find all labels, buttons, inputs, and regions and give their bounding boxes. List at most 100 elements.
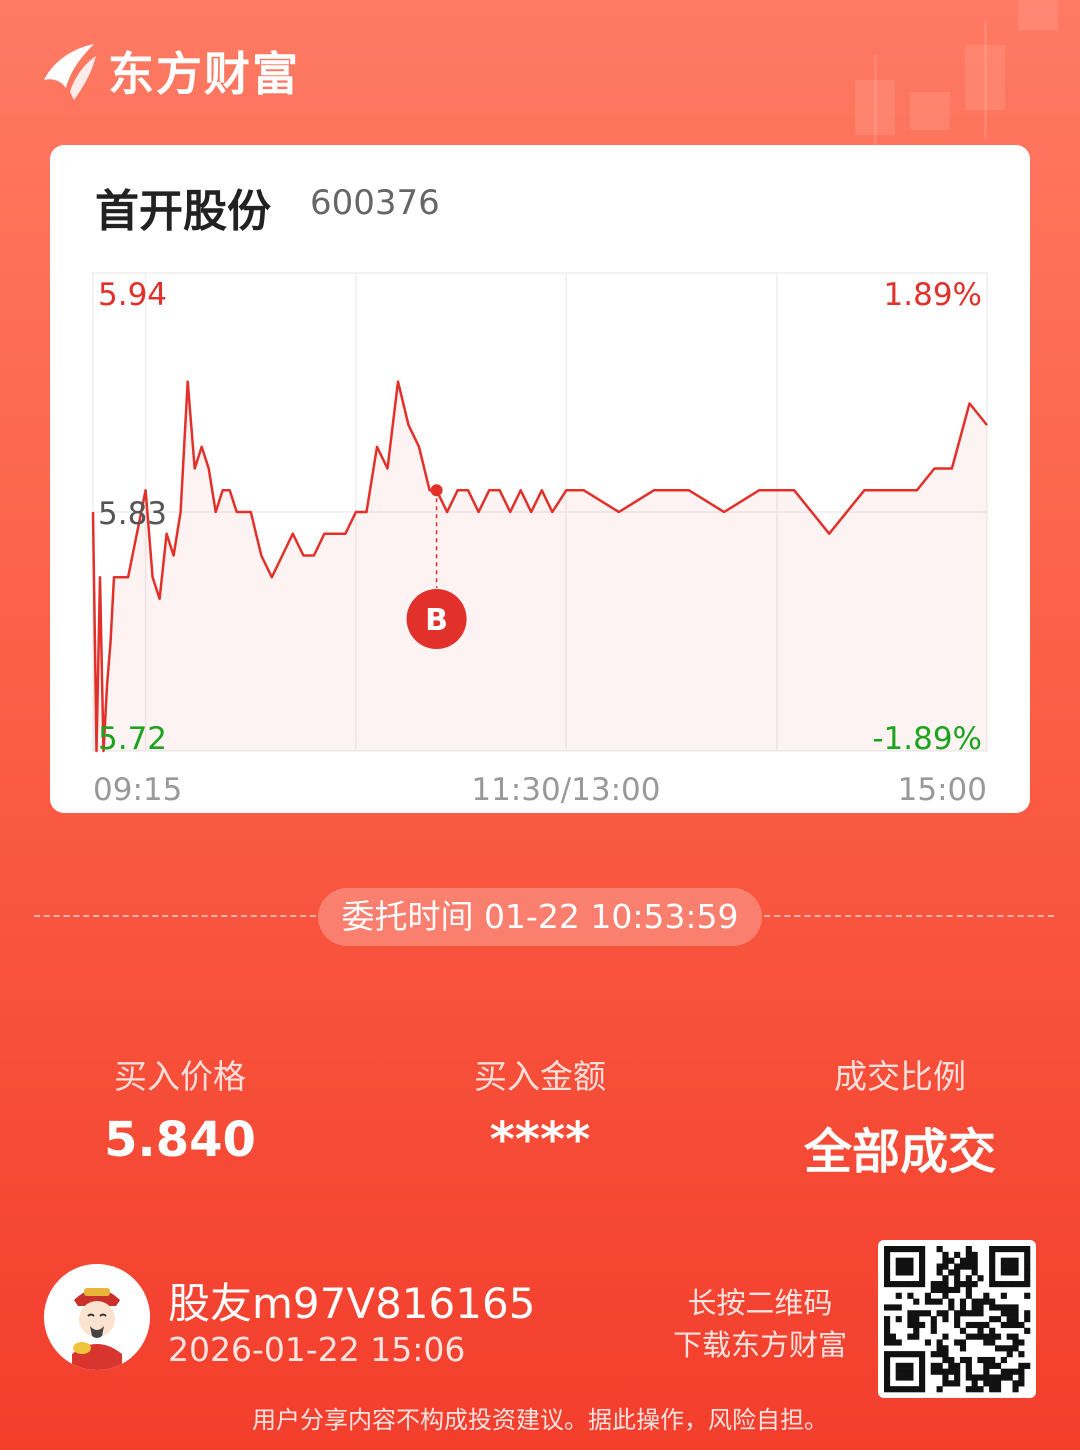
qr-module xyxy=(889,1281,896,1288)
qr-module xyxy=(924,1298,932,1305)
qr-module xyxy=(930,1327,937,1334)
qr-module xyxy=(994,1246,1002,1253)
qr-module xyxy=(895,1368,902,1375)
qr-module xyxy=(1006,1316,1013,1323)
order-time-tag: 委托时间 01-22 10:53:59 xyxy=(318,888,762,946)
qr-module xyxy=(884,1362,891,1369)
qr-module xyxy=(924,1310,932,1317)
qr-module xyxy=(994,1362,1002,1369)
qr-module xyxy=(884,1339,891,1346)
qr-module xyxy=(895,1386,902,1393)
qr-module xyxy=(913,1281,920,1288)
stock-chart-card: 首开股份 600376 5.94 5.83 5.72 1.89% -1.89% 09:15… xyxy=(50,145,1030,813)
avatar[interactable] xyxy=(44,1264,150,1370)
qr-module xyxy=(901,1281,908,1288)
qr-module xyxy=(959,1298,967,1305)
qr-module xyxy=(977,1333,984,1340)
qr-module xyxy=(924,1292,932,1299)
qr-module xyxy=(977,1304,984,1311)
qr-module xyxy=(948,1368,955,1375)
qr-module xyxy=(1012,1386,1019,1393)
qr-module xyxy=(965,1321,972,1329)
qr-module xyxy=(977,1321,984,1329)
qr-module xyxy=(919,1263,926,1270)
qr-module xyxy=(919,1386,926,1393)
qr-module xyxy=(959,1327,967,1334)
qr-module xyxy=(942,1275,949,1282)
qr-module xyxy=(942,1286,949,1294)
qr-module xyxy=(977,1327,984,1334)
qr-module xyxy=(930,1362,937,1369)
qr-module xyxy=(884,1351,891,1358)
qr-module xyxy=(989,1327,996,1334)
stat-value: **** xyxy=(489,1112,591,1168)
qr-module xyxy=(1012,1269,1019,1276)
qr-module xyxy=(907,1263,914,1270)
qr-module xyxy=(907,1362,914,1369)
stat-label: 买入价格 xyxy=(114,1057,246,1096)
qr-module xyxy=(954,1321,961,1329)
qr-module xyxy=(1024,1362,1031,1369)
qr-module xyxy=(942,1310,949,1317)
qr-module xyxy=(942,1345,949,1352)
qr-module xyxy=(1000,1269,1007,1276)
qr-module xyxy=(936,1345,943,1352)
qr-module xyxy=(924,1339,932,1346)
qr-module xyxy=(1012,1257,1019,1264)
qr-module xyxy=(901,1386,908,1393)
qr-module xyxy=(936,1281,943,1288)
qr-module xyxy=(1024,1281,1031,1288)
disclaimer: 用户分享内容不构成投资建议。据此操作，风险自担。 xyxy=(252,1406,828,1434)
qr-module xyxy=(971,1321,978,1329)
qr-module xyxy=(948,1362,955,1369)
qr-module xyxy=(930,1351,937,1358)
qr-module xyxy=(919,1351,926,1358)
qr-module xyxy=(994,1281,1002,1288)
qr-module xyxy=(1000,1356,1007,1364)
qr-module xyxy=(930,1321,937,1329)
qr-module xyxy=(1024,1263,1031,1270)
qr-module xyxy=(1006,1281,1013,1288)
qr-module xyxy=(1024,1292,1031,1299)
qr-module xyxy=(942,1292,949,1299)
qr-module xyxy=(1000,1246,1007,1253)
qr-module xyxy=(971,1269,978,1276)
qr-module xyxy=(907,1321,914,1329)
qr-module xyxy=(971,1257,978,1264)
price-area xyxy=(93,381,987,751)
qr-module xyxy=(884,1316,891,1323)
qr-module xyxy=(907,1257,914,1264)
qr-module xyxy=(1024,1257,1031,1264)
qr-module xyxy=(965,1356,972,1364)
qr-module xyxy=(989,1356,996,1364)
qr-module xyxy=(954,1339,961,1346)
qr-module xyxy=(983,1333,990,1340)
qr-module xyxy=(884,1380,891,1387)
qr-module xyxy=(884,1321,891,1329)
qr-module xyxy=(1012,1316,1019,1323)
qr-module xyxy=(989,1246,996,1253)
qr-module xyxy=(954,1286,961,1294)
qr-module xyxy=(954,1263,961,1270)
qr-module xyxy=(1000,1292,1007,1299)
qr-module xyxy=(965,1333,972,1340)
qr-module xyxy=(889,1333,896,1340)
qr-module xyxy=(942,1356,949,1364)
qr-module xyxy=(1024,1246,1031,1253)
qr-module xyxy=(884,1356,891,1364)
brand-name: 东方财富 xyxy=(108,47,300,101)
qr-module xyxy=(907,1310,914,1317)
qr-module xyxy=(1006,1310,1013,1317)
qr-module xyxy=(919,1380,926,1387)
qr-code[interactable] xyxy=(878,1240,1036,1398)
qr-module xyxy=(1012,1333,1019,1340)
qr-module xyxy=(971,1310,978,1317)
qr-module xyxy=(959,1263,967,1270)
qr-module xyxy=(884,1368,891,1375)
qr-module xyxy=(889,1246,896,1253)
qr-module xyxy=(989,1362,996,1369)
qr-module xyxy=(942,1257,949,1264)
qr-module xyxy=(994,1304,1002,1311)
x-tick-label: 09:15 xyxy=(93,772,182,808)
qr-module xyxy=(913,1351,920,1358)
